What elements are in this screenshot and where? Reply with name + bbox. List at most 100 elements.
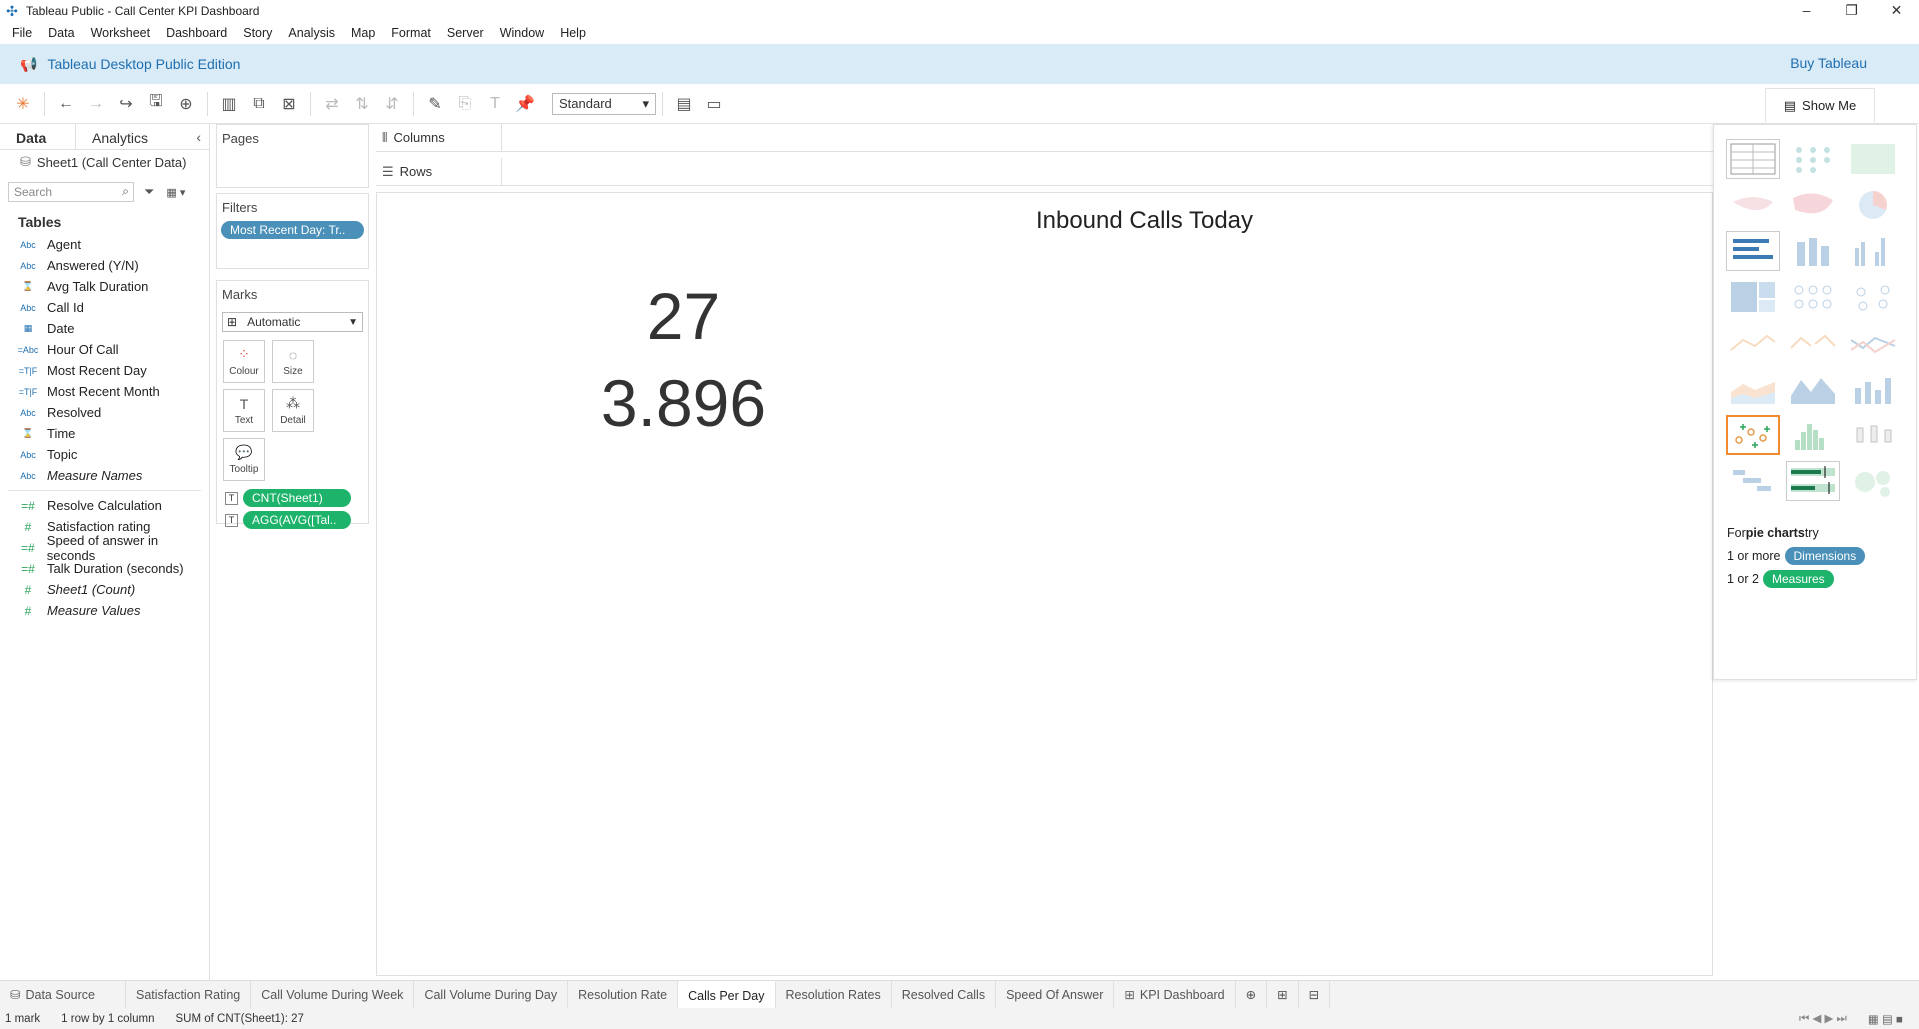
- menu-analysis[interactable]: Analysis: [280, 26, 343, 40]
- mark-type-dropdown[interactable]: ⊞ Automatic ▼: [222, 312, 363, 332]
- tab-resolution-rates[interactable]: Resolution Rates: [776, 980, 892, 1009]
- field-item-measure-names[interactable]: Abc Measure Names: [0, 465, 209, 486]
- packed-bubbles-chart-icon[interactable]: [1846, 461, 1900, 501]
- menu-map[interactable]: Map: [343, 26, 383, 40]
- tab-analytics[interactable]: Analytics: [76, 124, 164, 149]
- mark-pill-agg-avg[interactable]: AGG(AVG([Tal..: [243, 511, 351, 529]
- highlight-icon[interactable]: ✎: [420, 89, 450, 119]
- tooltip-button[interactable]: 💬 Tooltip: [223, 438, 265, 481]
- highlight-table-chart-icon[interactable]: [1846, 139, 1900, 179]
- side-by-side-circles-chart-icon[interactable]: [1846, 277, 1900, 317]
- box-whisker-chart-icon[interactable]: [1846, 415, 1900, 455]
- lines-continuous-chart-icon[interactable]: [1726, 323, 1780, 363]
- field-item-hour-of-call[interactable]: =Abc Hour Of Call: [0, 339, 209, 360]
- redo-icon[interactable]: →: [81, 89, 111, 119]
- sheet-navigation-icon[interactable]: ⏮ ◀ ▶ ⏭: [1799, 1011, 1847, 1026]
- menu-data[interactable]: Data: [40, 26, 82, 40]
- field-item-time[interactable]: ⌛ Time: [0, 423, 209, 444]
- filled-map-chart-icon[interactable]: [1786, 185, 1840, 225]
- text-table-chart-icon[interactable]: [1726, 139, 1780, 179]
- field-item-answered[interactable]: Abc Answered (Y/N): [0, 255, 209, 276]
- collapse-icon[interactable]: ‹: [188, 124, 209, 149]
- field-item-date[interactable]: ▦ Date: [0, 318, 209, 339]
- menu-help[interactable]: Help: [552, 26, 594, 40]
- bullet-graph-chart-icon[interactable]: [1786, 461, 1840, 501]
- filters-card[interactable]: Filters Most Recent Day: Tr..: [216, 193, 369, 269]
- show-me-button[interactable]: ▤ Show Me: [1765, 88, 1875, 122]
- tab-kpi-dashboard[interactable]: ⊞ KPI Dashboard: [1114, 980, 1236, 1009]
- scatter-plot-chart-icon[interactable]: [1726, 415, 1780, 455]
- tab-resolved-calls[interactable]: Resolved Calls: [892, 980, 997, 1009]
- replay-icon[interactable]: ↪: [111, 89, 141, 119]
- pie-chart-icon[interactable]: [1846, 185, 1900, 225]
- tab-resolution-rate[interactable]: Resolution Rate: [568, 980, 679, 1009]
- presentation-mode-icon[interactable]: ▭: [699, 89, 729, 119]
- field-item-topic[interactable]: Abc Topic: [0, 444, 209, 465]
- tab-satisfaction-rating[interactable]: Satisfaction Rating: [126, 980, 252, 1009]
- kpi-avg-talk-duration[interactable]: 3.896: [502, 365, 865, 441]
- lines-discrete-chart-icon[interactable]: [1786, 323, 1840, 363]
- tab-data[interactable]: Data: [0, 124, 76, 149]
- clear-sheet-icon[interactable]: ⊠: [274, 89, 304, 119]
- mark-pill-cnt[interactable]: CNT(Sheet1): [243, 489, 351, 507]
- sort-ascending-icon[interactable]: ⇅: [347, 89, 377, 119]
- dual-lines-chart-icon[interactable]: [1846, 323, 1900, 363]
- worksheet-view[interactable]: Inbound Calls Today 27 3.896: [376, 192, 1713, 976]
- field-item-measure-values[interactable]: # Measure Values: [0, 600, 209, 621]
- field-item-talk-duration[interactable]: =# Talk Duration (seconds): [0, 558, 209, 579]
- fix-axes-icon[interactable]: 📌: [510, 89, 540, 119]
- field-item-agent[interactable]: Abc Agent: [0, 234, 209, 255]
- restore-icon[interactable]: ❐: [1829, 0, 1874, 22]
- menu-worksheet[interactable]: Worksheet: [83, 26, 159, 40]
- new-worksheet-icon[interactable]: ▥: [214, 89, 244, 119]
- undo-icon[interactable]: ←: [51, 89, 81, 119]
- show-mark-labels-icon[interactable]: T: [480, 89, 510, 119]
- duplicate-sheet-icon[interactable]: ⧉: [244, 89, 274, 119]
- circle-views-chart-icon[interactable]: [1786, 277, 1840, 317]
- tableau-logo-icon[interactable]: ✳: [8, 89, 38, 119]
- fit-dropdown[interactable]: Standard ▾: [552, 92, 656, 115]
- field-item-speed-of-answer[interactable]: =# Speed of answer in seconds: [0, 533, 209, 563]
- menu-dashboard[interactable]: Dashboard: [158, 26, 235, 40]
- sort-descending-icon[interactable]: ⇵: [377, 89, 407, 119]
- colour-button[interactable]: ⁘ Colour: [223, 340, 265, 383]
- swap-rows-columns-icon[interactable]: ⇄: [317, 89, 347, 119]
- tab-call-volume-day[interactable]: Call Volume During Day: [414, 980, 569, 1009]
- symbol-map-chart-icon[interactable]: [1726, 185, 1780, 225]
- histogram-chart-icon[interactable]: [1786, 415, 1840, 455]
- show-cards-icon[interactable]: ▤: [669, 89, 699, 119]
- pages-card[interactable]: Pages: [216, 124, 369, 188]
- tab-calls-per-day[interactable]: Calls Per Day: [678, 980, 776, 1009]
- new-dashboard-tab-icon[interactable]: ⊞: [1267, 980, 1299, 1009]
- area-continuous-chart-icon[interactable]: [1726, 369, 1780, 409]
- datasource-item[interactable]: ⛁ Sheet1 (Call Center Data): [0, 150, 209, 174]
- horizontal-bars-chart-icon[interactable]: [1726, 231, 1780, 271]
- field-item-call-id[interactable]: Abc Call Id: [0, 297, 209, 318]
- detail-button[interactable]: ⁂ Detail: [272, 389, 314, 432]
- tab-speed-of-answer[interactable]: Speed Of Answer: [996, 980, 1115, 1009]
- menu-server[interactable]: Server: [439, 26, 492, 40]
- field-item-resolved[interactable]: Abc Resolved: [0, 402, 209, 423]
- rows-shelf[interactable]: ☰ Rows: [376, 158, 1713, 186]
- view-toggle-icon[interactable]: ▦ ▤ ■: [1868, 1012, 1903, 1026]
- text-button[interactable]: T Text: [223, 389, 265, 432]
- area-discrete-chart-icon[interactable]: [1786, 369, 1840, 409]
- field-item-resolve-calculation[interactable]: =# Resolve Calculation: [0, 495, 209, 516]
- filter-icon[interactable]: ⏷: [144, 184, 154, 200]
- kpi-call-count[interactable]: 27: [577, 278, 790, 354]
- heat-map-chart-icon[interactable]: [1786, 139, 1840, 179]
- menu-window[interactable]: Window: [492, 26, 552, 40]
- field-item-avg-talk-duration[interactable]: ⌛ Avg Talk Duration: [0, 276, 209, 297]
- dual-combination-chart-icon[interactable]: [1846, 369, 1900, 409]
- buy-tableau-link[interactable]: Buy Tableau: [1790, 55, 1867, 71]
- stacked-bars-chart-icon[interactable]: [1786, 231, 1840, 271]
- group-members-icon[interactable]: ⎘: [450, 89, 480, 119]
- new-worksheet-tab-icon[interactable]: ⊕: [1236, 980, 1268, 1009]
- menu-format[interactable]: Format: [383, 26, 439, 40]
- field-item-most-recent-day[interactable]: =T|F Most Recent Day: [0, 360, 209, 381]
- save-icon[interactable]: 🖫: [141, 89, 171, 119]
- tab-call-volume-week[interactable]: Call Volume During Week: [251, 980, 415, 1009]
- size-button[interactable]: ◌ Size: [272, 340, 314, 383]
- filter-pill-most-recent-day[interactable]: Most Recent Day: Tr..: [221, 221, 364, 239]
- field-item-most-recent-month[interactable]: =T|F Most Recent Month: [0, 381, 209, 402]
